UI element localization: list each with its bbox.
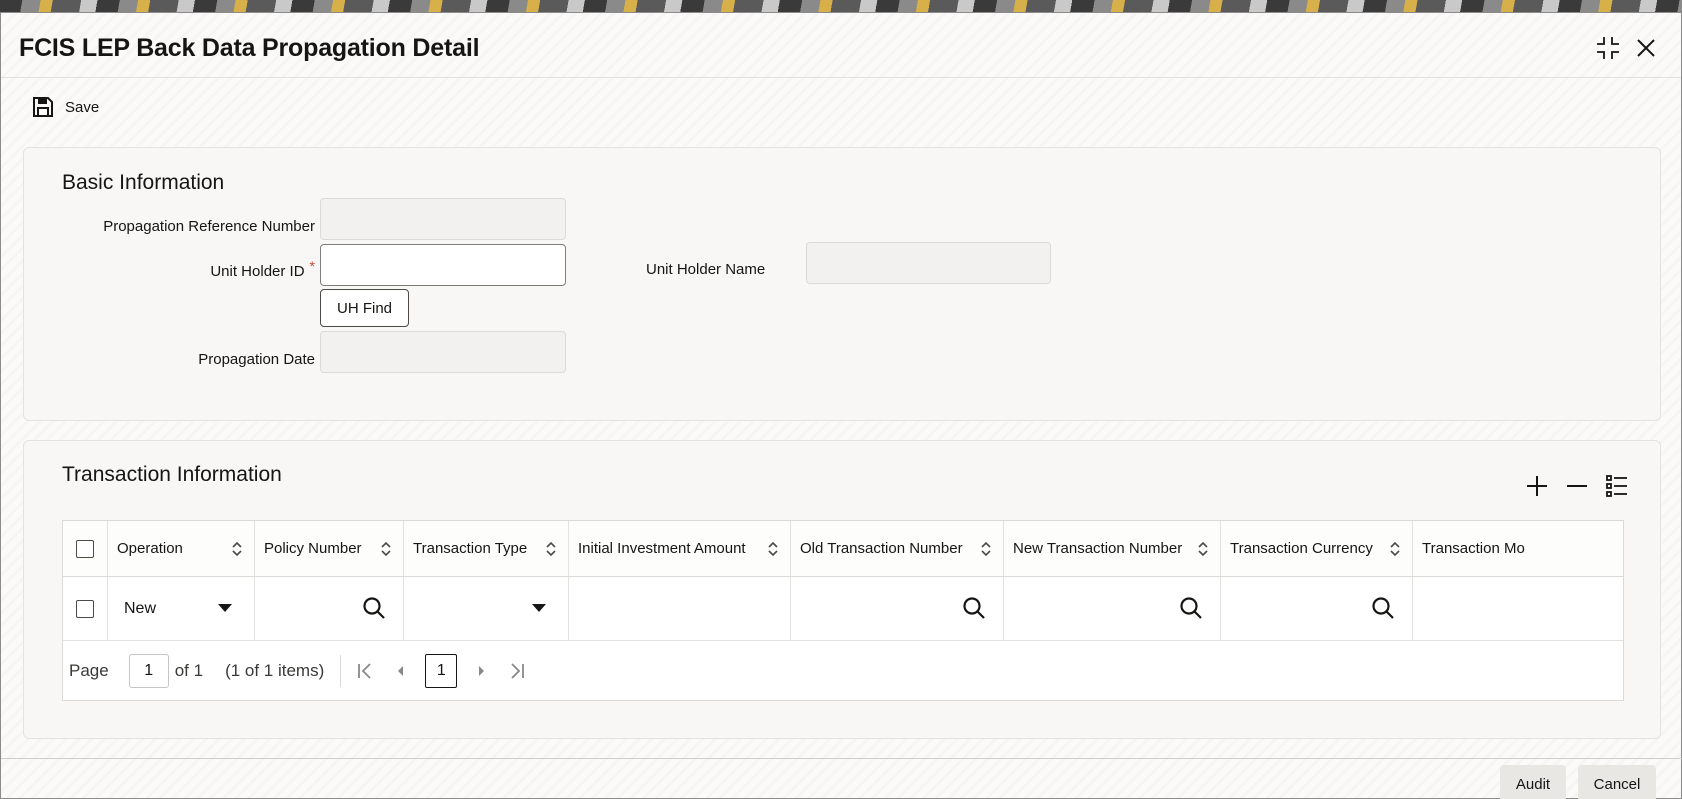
items-count-label: (1 of 1 items) [225, 661, 325, 680]
column-header-new-transaction-number-label: New Transaction Number [1013, 540, 1183, 557]
propagation-date-field[interactable] [320, 331, 566, 373]
save-label: Save [65, 98, 100, 116]
page-label: Page [69, 661, 109, 680]
table-header: Operation Policy Number Transaction Type… [63, 521, 1623, 577]
transaction-information-panel: Transaction Information Operation Policy… [23, 440, 1661, 739]
select-all-checkbox[interactable] [76, 539, 94, 558]
propagation-date-label: Propagation Date [198, 351, 315, 368]
column-header-operation-label: Operation [117, 540, 183, 557]
page-number-input[interactable]: 1 [128, 654, 169, 688]
new-transaction-number-cell[interactable] [1004, 577, 1221, 640]
column-header-transaction-type-label: Transaction Type [413, 540, 528, 557]
column-header-initial-investment-amount-label: Initial Investment Amount [578, 540, 746, 557]
column-header-transaction-mode-label: Transaction Mo [1422, 540, 1525, 557]
operation-select[interactable]: New [108, 577, 255, 640]
previous-page-icon[interactable] [389, 659, 413, 683]
column-header-transaction-mode[interactable]: Transaction Mo [1413, 521, 1623, 576]
unit-holder-name-label: Unit Holder Name [646, 261, 766, 278]
initial-investment-amount-cell[interactable] [569, 577, 791, 640]
title-divider [1, 77, 1681, 78]
search-icon[interactable] [1370, 595, 1396, 621]
sort-icon[interactable] [379, 540, 393, 558]
current-page-button[interactable]: 1 [425, 654, 458, 688]
window-title: FCIS LEP Back Data Propagation Detail [19, 34, 480, 62]
column-header-old-transaction-number[interactable]: Old Transaction Number [791, 521, 1004, 576]
sort-icon[interactable] [230, 540, 244, 558]
footer-divider [1, 758, 1682, 759]
unit-holder-id-label: Unit Holder ID [210, 263, 305, 280]
audit-button[interactable]: Audit [1500, 765, 1566, 799]
column-header-transaction-type[interactable]: Transaction Type [404, 521, 569, 576]
row-checkbox[interactable] [76, 599, 94, 618]
propagation-reference-number-field[interactable] [320, 198, 566, 240]
next-page-icon[interactable] [469, 659, 493, 683]
chevron-down-icon[interactable] [218, 604, 232, 612]
column-header-policy-number-label: Policy Number [264, 540, 362, 557]
grid-toolbar [1524, 473, 1630, 499]
column-header-initial-investment-amount[interactable]: Initial Investment Amount [569, 521, 791, 576]
old-transaction-number-cell[interactable] [791, 577, 1004, 640]
column-header-new-transaction-number[interactable]: New Transaction Number [1004, 521, 1221, 576]
transaction-currency-cell[interactable] [1221, 577, 1413, 640]
search-icon[interactable] [961, 595, 987, 621]
close-icon[interactable] [1633, 35, 1659, 61]
basic-information-title: Basic Information [62, 171, 225, 194]
save-icon [33, 97, 53, 117]
required-indicator: * [309, 258, 315, 274]
policy-number-cell[interactable] [255, 577, 404, 640]
save-button[interactable]: Save [31, 95, 99, 119]
remove-row-icon[interactable] [1564, 473, 1590, 499]
page-total-label: of 1 [174, 661, 204, 680]
basic-information-panel: Basic Information Propagation Reference … [23, 147, 1661, 421]
pager-divider [340, 655, 342, 687]
last-page-icon[interactable] [505, 659, 529, 683]
uh-find-button[interactable]: UH Find [320, 289, 410, 327]
chevron-down-icon[interactable] [532, 604, 546, 612]
dialog-window: FCIS LEP Back Data Propagation Detail Sa… [0, 12, 1682, 799]
header-select-cell [63, 521, 108, 576]
cancel-button[interactable]: Cancel [1578, 765, 1656, 799]
operation-value: New [124, 599, 157, 617]
table-row: New [63, 577, 1623, 641]
transaction-information-title: Transaction Information [62, 463, 282, 486]
search-icon[interactable] [1178, 595, 1204, 621]
sort-icon[interactable] [1196, 540, 1210, 558]
sort-icon[interactable] [544, 540, 558, 558]
first-page-icon[interactable] [353, 659, 377, 683]
row-select-cell [63, 577, 108, 640]
unit-holder-id-label-wrap: Unit Holder ID * [210, 258, 315, 280]
pagination-bar: Page 1 of 1 (1 of 1 items) 1 [63, 641, 1623, 700]
transaction-type-select[interactable] [404, 577, 569, 640]
transaction-mode-cell[interactable] [1413, 577, 1623, 640]
column-header-transaction-currency[interactable]: Transaction Currency [1221, 521, 1413, 576]
column-header-policy-number[interactable]: Policy Number [255, 521, 404, 576]
unit-holder-id-field[interactable] [320, 244, 566, 286]
column-header-transaction-currency-label: Transaction Currency [1230, 540, 1373, 557]
add-row-icon[interactable] [1524, 473, 1550, 499]
column-header-operation[interactable]: Operation [108, 521, 255, 576]
sort-icon[interactable] [1388, 540, 1402, 558]
app-header-strip [0, 0, 1682, 12]
column-header-old-transaction-number-label: Old Transaction Number [800, 540, 963, 557]
sort-icon[interactable] [979, 540, 993, 558]
sort-icon[interactable] [766, 540, 780, 558]
transaction-table: Operation Policy Number Transaction Type… [62, 520, 1624, 701]
column-list-icon[interactable] [1604, 473, 1630, 499]
unit-holder-name-field[interactable] [806, 242, 1051, 284]
propagation-reference-number-label: Propagation Reference Number [103, 218, 315, 235]
maximize-icon[interactable] [1595, 35, 1621, 61]
search-icon[interactable] [361, 595, 387, 621]
